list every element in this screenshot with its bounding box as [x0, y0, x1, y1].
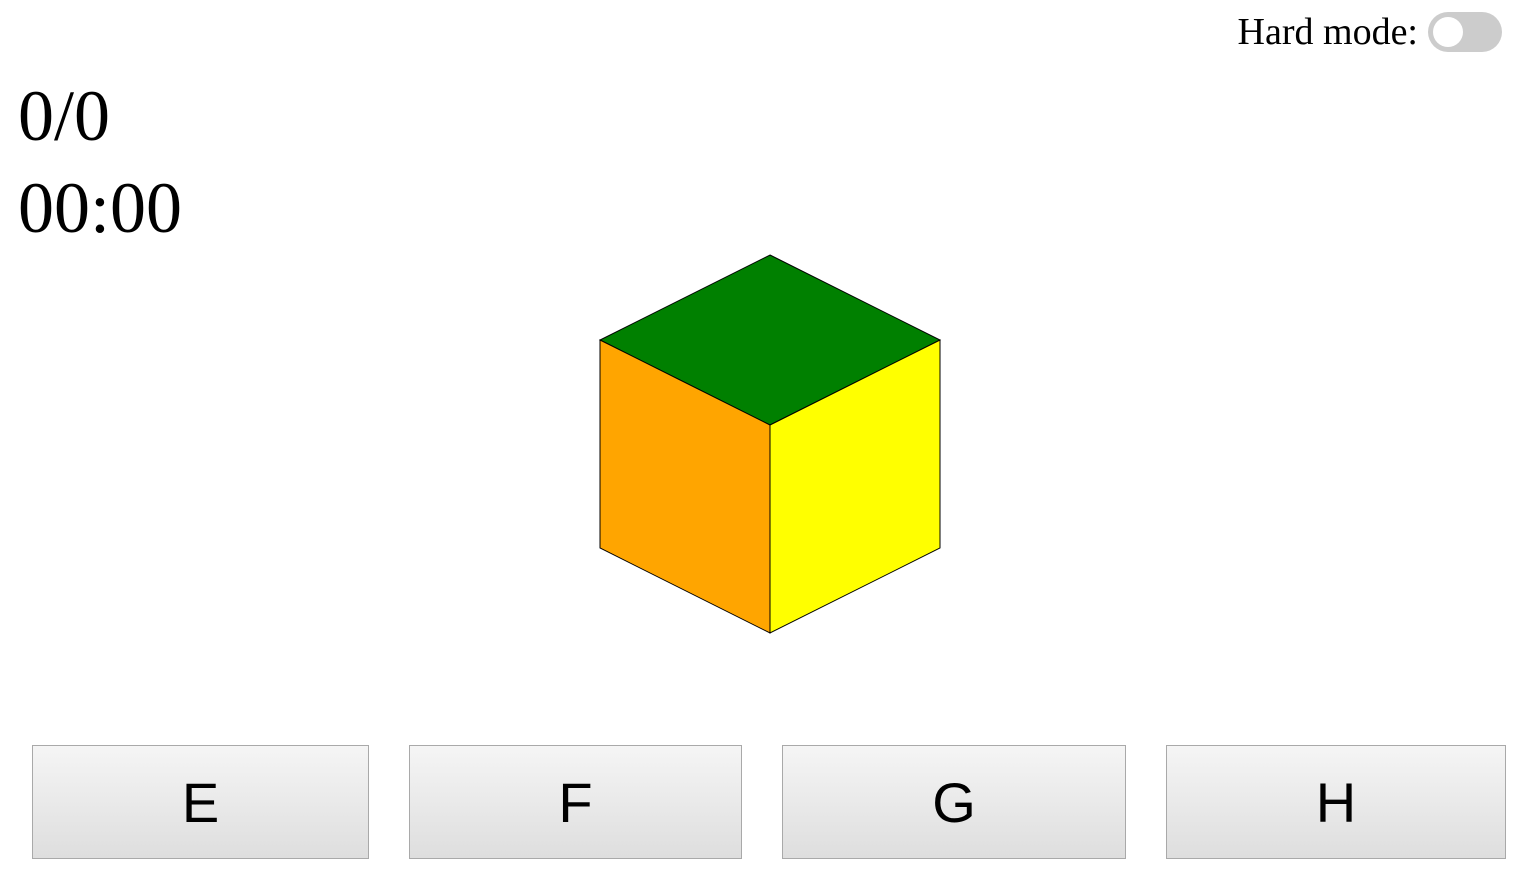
cube [598, 254, 942, 634]
choice-e-button[interactable]: E [32, 745, 369, 859]
choice-g-button[interactable]: G [782, 745, 1126, 859]
choice-f-button[interactable]: F [409, 745, 742, 859]
choice-h-button[interactable]: H [1166, 745, 1506, 859]
